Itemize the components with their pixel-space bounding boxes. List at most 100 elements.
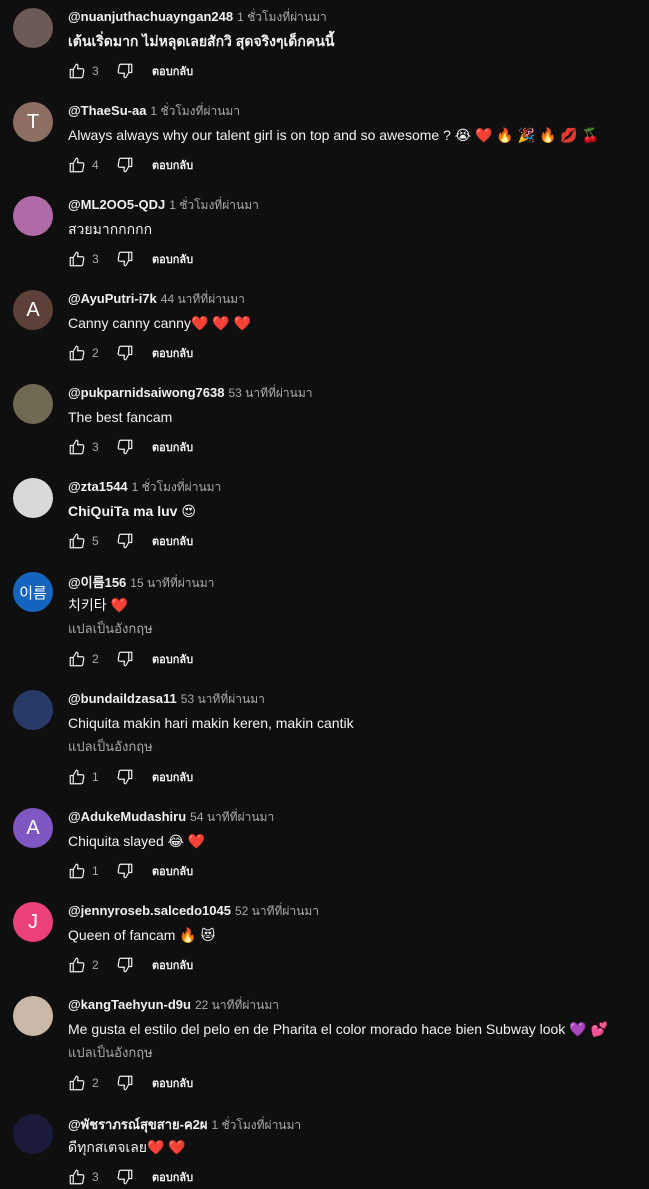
thumbs-down-icon[interactable] — [116, 344, 134, 362]
thumbs-up-icon[interactable] — [68, 768, 86, 786]
timestamp[interactable]: 1 ชั่วโมงที่ผ่านมา — [150, 102, 240, 121]
reply-button[interactable]: ตอบกลับ — [152, 862, 193, 880]
comment-header: @zta1544 1 ชั่วโมงที่ผ่านมา — [68, 478, 639, 496]
thumbs-down-icon[interactable] — [116, 862, 134, 880]
reply-button[interactable]: ตอบกลับ — [152, 62, 193, 80]
avatar-letter: A — [26, 816, 40, 839]
avatar[interactable]: A — [13, 290, 53, 330]
avatar[interactable] — [13, 996, 53, 1036]
author-handle[interactable]: @AdukeMudashiru — [68, 809, 186, 824]
timestamp[interactable]: 1 ชั่วโมงที่ผ่านมา — [169, 196, 259, 215]
reply-button[interactable]: ตอบกลับ — [152, 768, 193, 786]
comment-body: @AdukeMudashiru 54 นาทีที่ผ่านมา Chiquita … — [68, 808, 639, 883]
reply-button[interactable]: ตอบกลับ — [152, 438, 193, 456]
comment-text: ChiQuiTa ma luv 😍 — [68, 503, 196, 519]
comment-body: @AyuPutri-i7k 44 นาทีที่ผ่านมา Canny canny… — [68, 290, 639, 365]
reply-button[interactable]: ตอบกลับ — [152, 250, 193, 268]
thumbs-up-icon[interactable] — [68, 156, 86, 174]
author-handle[interactable]: @pukparnidsaiwong7638 — [68, 385, 224, 400]
timestamp[interactable]: 52 นาทีที่ผ่านมา — [235, 902, 319, 921]
timestamp[interactable]: 53 นาทีที่ผ่านมา — [228, 384, 312, 403]
thumbs-down-icon[interactable] — [116, 1168, 134, 1186]
author-handle[interactable]: @nuanjuthachuayngan248 — [68, 9, 233, 24]
thumbs-up-icon[interactable] — [68, 1168, 86, 1186]
reply-button[interactable]: ตอบกลับ — [152, 156, 193, 174]
comment-text: Canny canny canny❤️ ❤️ ❤️ — [68, 315, 252, 331]
author-handle[interactable]: @ML2OO5-QDJ — [68, 197, 165, 212]
avatar[interactable] — [13, 690, 53, 730]
timestamp[interactable]: 44 นาทีที่ผ่านมา — [161, 290, 245, 309]
comment-body: @이름156 15 นาทีที่ผ่านมา 치키타 ❤️ แปลเป็นอังกฤ… — [68, 572, 639, 671]
timestamp[interactable]: 54 นาทีที่ผ่านมา — [190, 808, 274, 827]
thumbs-down-icon[interactable] — [116, 650, 134, 668]
thumbs-up-icon[interactable] — [68, 862, 86, 880]
thumbs-down-icon[interactable] — [116, 532, 134, 550]
thumbs-up-icon[interactable] — [68, 250, 86, 268]
avatar[interactable]: A — [13, 808, 53, 848]
author-handle[interactable]: @ThaeSu-aa — [68, 103, 146, 118]
avatar[interactable]: 이름 — [13, 572, 53, 612]
translate-link[interactable]: แปลเป็นอังกฤษ — [68, 619, 639, 639]
comment-body: @ThaeSu-aa 1 ชั่วโมงที่ผ่านมา Always alway… — [68, 102, 639, 177]
timestamp[interactable]: 53 นาทีที่ผ่านมา — [181, 690, 265, 709]
avatar[interactable] — [13, 8, 53, 48]
timestamp[interactable]: 15 นาทีที่ผ่านมา — [130, 574, 214, 593]
reply-button[interactable]: ตอบกลับ — [152, 1074, 193, 1092]
avatar[interactable] — [13, 478, 53, 518]
comment-text: ดีทุกสเตจเลย❤️ ❤️ — [68, 1139, 186, 1155]
thumbs-down-icon[interactable] — [116, 156, 134, 174]
comment-text: Chiquita makin hari makin keren, makin c… — [68, 715, 354, 731]
comment-actions: 3 ตอบกลับ — [68, 1165, 639, 1189]
reply-button[interactable]: ตอบกลับ — [152, 956, 193, 974]
avatar[interactable]: T — [13, 102, 53, 142]
thumbs-up-icon[interactable] — [68, 344, 86, 362]
thumbs-down-icon[interactable] — [116, 62, 134, 80]
comment-text: 치키타 ❤️ — [68, 597, 128, 613]
comment-header: @AyuPutri-i7k 44 นาทีที่ผ่านมา — [68, 290, 639, 308]
timestamp[interactable]: 1 ชั่วโมงที่ผ่านมา — [132, 478, 222, 497]
avatar[interactable] — [13, 196, 53, 236]
timestamp[interactable]: 1 ชั่วโมงที่ผ่านมา — [237, 8, 327, 27]
thumbs-up-icon[interactable] — [68, 1074, 86, 1092]
avatar-image: T — [13, 102, 53, 142]
thumbs-up-icon[interactable] — [68, 956, 86, 974]
author-handle[interactable]: @kangTaehyun-d9u — [68, 997, 191, 1012]
avatar-letter: J — [28, 910, 38, 933]
author-handle[interactable]: @AyuPutri-i7k — [68, 291, 157, 306]
avatar-letter: T — [26, 110, 40, 133]
author-handle[interactable]: @jennyroseb.salcedo1045 — [68, 903, 231, 918]
comment-header: @kangTaehyun-d9u 22 นาทีที่ผ่านมา — [68, 996, 639, 1014]
thumbs-down-icon[interactable] — [116, 438, 134, 456]
reply-button[interactable]: ตอบกลับ — [152, 650, 193, 668]
author-handle[interactable]: @zta1544 — [68, 479, 128, 494]
thumbs-up-icon[interactable] — [68, 438, 86, 456]
avatar[interactable] — [13, 384, 53, 424]
timestamp[interactable]: 22 นาทีที่ผ่านมา — [195, 996, 279, 1015]
comment-body: @bundaildzasa11 53 นาทีที่ผ่านมา Chiquita … — [68, 690, 639, 789]
reply-button[interactable]: ตอบกลับ — [152, 1168, 193, 1186]
thumbs-down-icon[interactable] — [116, 250, 134, 268]
comment-actions: 4 ตอบกลับ — [68, 153, 639, 177]
thumbs-down-icon[interactable] — [116, 768, 134, 786]
translate-link[interactable]: แปลเป็นอังกฤษ — [68, 1043, 639, 1063]
like-count: 1 — [92, 770, 99, 784]
author-handle[interactable]: @พัชราภรณ์สุขสาย-ค2ผ — [68, 1114, 208, 1135]
reply-button[interactable]: ตอบกลับ — [152, 344, 193, 362]
comment-body: @zta1544 1 ชั่วโมงที่ผ่านมา ChiQuiTa ma lu… — [68, 478, 639, 553]
timestamp[interactable]: 1 ชั่วโมงที่ผ่านมา — [212, 1116, 302, 1135]
author-handle[interactable]: @이름156 — [68, 572, 126, 591]
avatar-image — [13, 1114, 53, 1154]
avatar[interactable] — [13, 1114, 53, 1154]
author-handle[interactable]: @bundaildzasa11 — [68, 691, 177, 706]
translate-link[interactable]: แปลเป็นอังกฤษ — [68, 737, 639, 757]
thumbs-up-icon[interactable] — [68, 650, 86, 668]
like-count: 3 — [92, 64, 99, 78]
reply-button[interactable]: ตอบกลับ — [152, 532, 193, 550]
comment-text: The best fancam — [68, 409, 173, 425]
thumbs-up-icon[interactable] — [68, 62, 86, 80]
thumbs-up-icon[interactable] — [68, 532, 86, 550]
thumbs-down-icon[interactable] — [116, 956, 134, 974]
comment-actions: 2 ตอบกลับ — [68, 647, 639, 671]
avatar[interactable]: J — [13, 902, 53, 942]
thumbs-down-icon[interactable] — [116, 1074, 134, 1092]
